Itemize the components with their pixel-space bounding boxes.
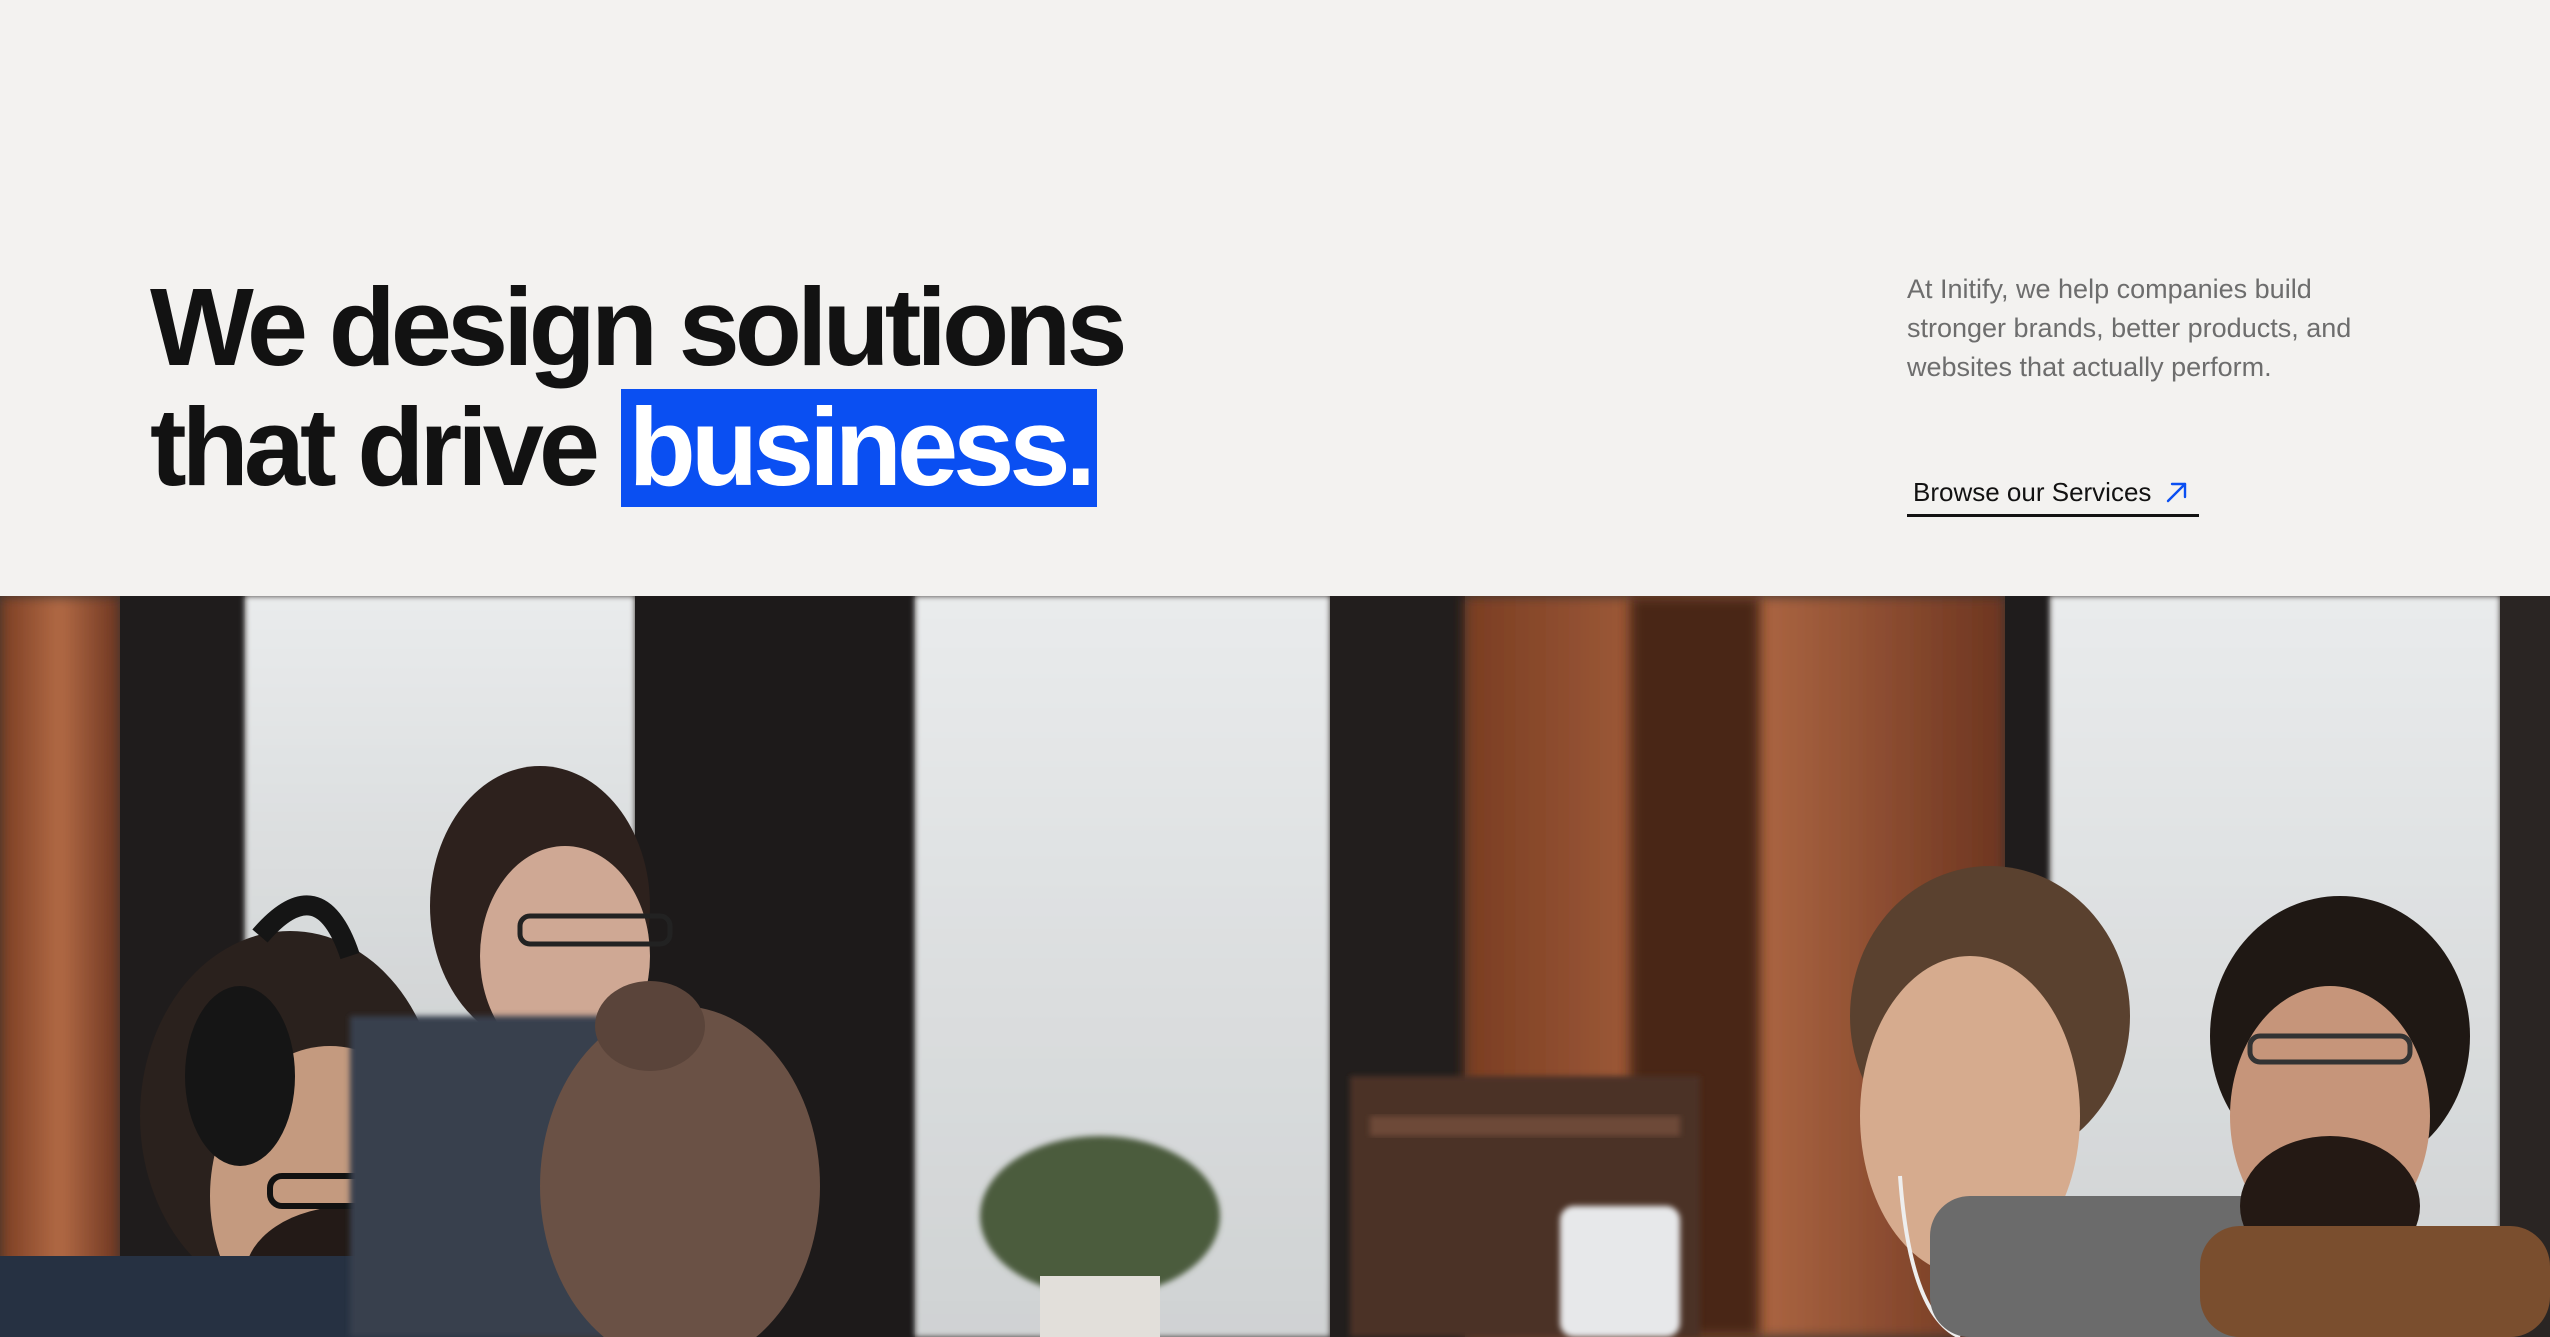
browse-services-label: Browse our Services: [1913, 476, 2152, 507]
headline-line-2-text: that drive: [150, 386, 621, 509]
browse-services-link[interactable]: Browse our Services: [1907, 470, 2200, 517]
headline-line-1: We design solutions: [150, 266, 1128, 389]
hero-headline: We design solutions that drive business.: [150, 266, 1128, 508]
arrow-up-right-icon: [2165, 480, 2189, 504]
headline-line-2: that drive business.: [150, 388, 1123, 508]
hero-intro-text: At Initify, we help companies build stro…: [1907, 274, 2352, 382]
hero-section: We design solutions that drive business.…: [0, 0, 2550, 596]
team-working-photo: [0, 596, 2550, 1337]
headline-highlight: business.: [620, 389, 1098, 507]
